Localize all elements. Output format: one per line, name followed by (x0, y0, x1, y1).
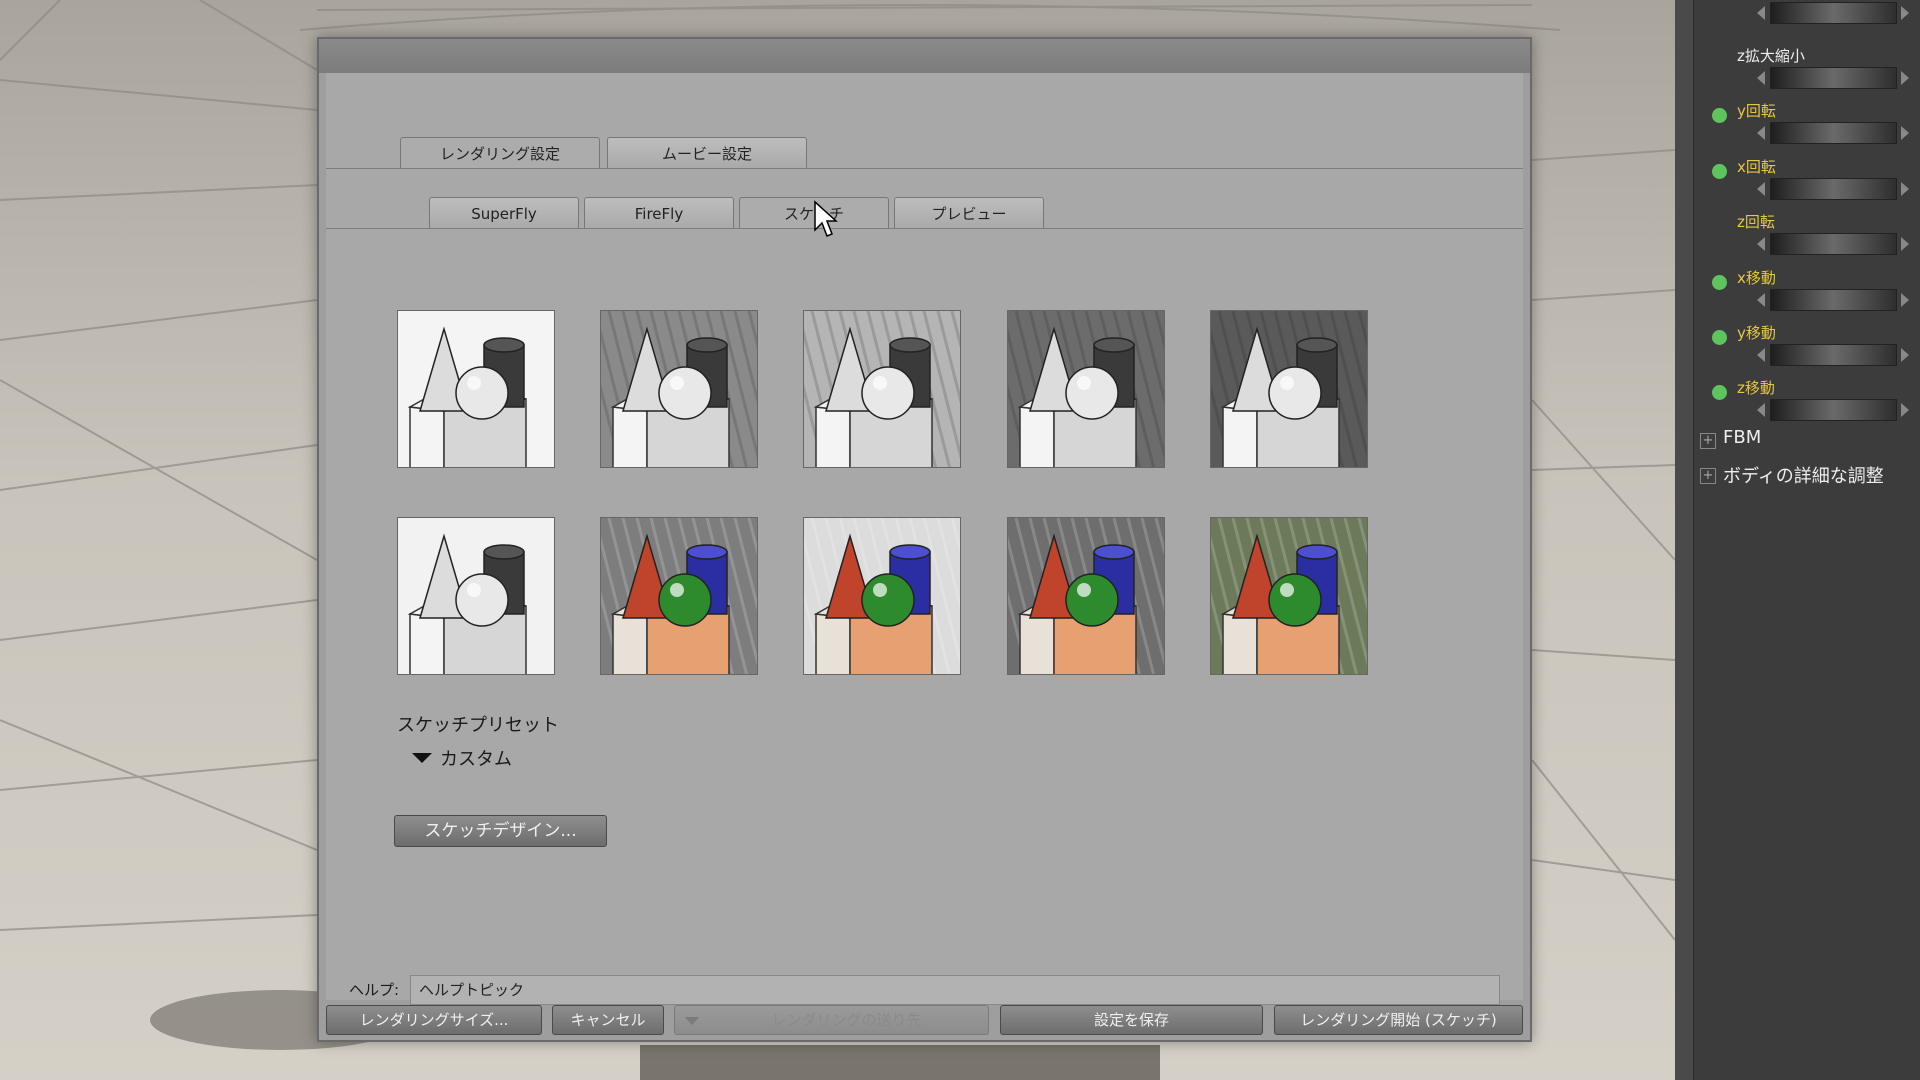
param-dial[interactable] (1770, 233, 1897, 255)
keyframe-dot-icon (1712, 164, 1727, 179)
tab-label: プレビュー (931, 205, 1007, 223)
sketch-preset-thumbnail[interactable] (397, 310, 555, 468)
help-label: ヘルプ: (349, 981, 400, 999)
tab-label: レンダリング設定 (439, 145, 560, 163)
decrease-arrow-icon[interactable] (1757, 237, 1765, 251)
param-dial[interactable] (1770, 122, 1897, 144)
triangle-down-icon (685, 1017, 699, 1025)
param-z-move[interactable]: z移動 (1700, 369, 1920, 424)
param-y-move[interactable]: y移動 (1700, 314, 1920, 369)
render-destination-dropdown[interactable]: レンダリングの送り先 (674, 1005, 989, 1035)
increase-arrow-icon[interactable] (1901, 403, 1909, 417)
panel-resize-handle[interactable] (1675, 0, 1694, 1080)
start-render-button[interactable]: レンダリング開始 (スケッチ) (1274, 1005, 1523, 1035)
group-label: FBM (1723, 427, 1762, 448)
param-dial[interactable] (1770, 2, 1897, 24)
expand-plus-icon[interactable]: + (1700, 468, 1716, 484)
sketch-design-button[interactable]: スケッチデザイン... (394, 815, 607, 847)
increase-arrow-icon[interactable] (1901, 293, 1909, 307)
tab-label: SuperFly (471, 205, 537, 223)
button-label: レンダリングの送り先 (771, 1011, 922, 1029)
sketch-preset-thumbnail[interactable] (803, 310, 961, 468)
save-settings-button[interactable]: 設定を保存 (1000, 1005, 1263, 1035)
dialog-titlebar[interactable] (319, 39, 1530, 73)
tab-divider (326, 228, 1523, 229)
help-topic-field: ヘルプトピック (410, 975, 1500, 1005)
button-label: レンダリング開始 (スケッチ) (1300, 1011, 1497, 1029)
param-dial[interactable] (1770, 344, 1897, 366)
tab-label: ムービー設定 (661, 145, 752, 163)
button-label: 設定を保存 (1093, 1011, 1169, 1029)
tab-render-settings[interactable]: レンダリング設定 (400, 137, 600, 169)
sketch-preset-thumbnail[interactable] (600, 310, 758, 468)
increase-arrow-icon[interactable] (1901, 126, 1909, 140)
tab-superfly[interactable]: SuperFly (429, 197, 579, 229)
button-label: スケッチデザイン... (424, 821, 577, 841)
sketch-preset-thumbnail[interactable] (1210, 310, 1368, 468)
triangle-down-icon (412, 753, 432, 763)
decrease-arrow-icon[interactable] (1757, 71, 1765, 85)
param-dial[interactable] (1770, 289, 1897, 311)
param-label: x移動 (1737, 269, 1776, 287)
cancel-button[interactable]: キャンセル (552, 1005, 664, 1035)
dialog-body: レンダリング設定 ムービー設定 SuperFly FireFly スケッチ プレ… (326, 73, 1523, 1005)
param-x-rotate[interactable]: x回転 (1700, 148, 1920, 203)
keyframe-dot-icon (1712, 108, 1727, 123)
keyframe-dot-icon (1712, 275, 1727, 290)
param-prev-dial[interactable] (1700, 0, 1920, 27)
param-label: y移動 (1737, 324, 1776, 342)
tab-firefly[interactable]: FireFly (584, 197, 734, 229)
preset-dropdown[interactable]: カスタム (412, 745, 612, 771)
sketch-preset-thumbnail[interactable] (803, 517, 961, 675)
group-label: ボディの詳細な調整 (1723, 466, 1884, 487)
group-body-detail[interactable]: + ボディの詳細な調整 (1700, 460, 1915, 490)
tab-preview[interactable]: プレビュー (894, 197, 1044, 229)
sketch-preset-thumbnail[interactable] (1007, 310, 1165, 468)
param-label: z回転 (1737, 213, 1775, 231)
button-label: キャンセル (570, 1011, 646, 1029)
render-settings-dialog: レンダリング設定 ムービー設定 SuperFly FireFly スケッチ プレ… (317, 37, 1532, 1042)
param-z-scale[interactable]: z拡大縮小 (1700, 37, 1920, 92)
param-label: z移動 (1737, 379, 1775, 397)
mouse-cursor-icon (814, 200, 838, 237)
param-dial[interactable] (1770, 178, 1897, 200)
increase-arrow-icon[interactable] (1901, 237, 1909, 251)
keyframe-dot-icon (1712, 330, 1727, 345)
decrease-arrow-icon[interactable] (1757, 403, 1765, 417)
sketch-preset-thumbnail[interactable] (1007, 517, 1165, 675)
help-topic-text: ヘルプトピック (419, 981, 525, 999)
sketch-preset-thumbnail[interactable] (1210, 517, 1368, 675)
param-dial[interactable] (1770, 67, 1897, 89)
keyframe-dot-icon (1712, 385, 1727, 400)
preset-value: カスタム (440, 749, 512, 770)
param-x-move[interactable]: x移動 (1700, 259, 1920, 314)
sketch-preset-thumbnail[interactable] (600, 517, 758, 675)
decrease-arrow-icon[interactable] (1757, 182, 1765, 196)
group-fbm[interactable]: + FBM (1700, 425, 1915, 455)
tab-movie-settings[interactable]: ムービー設定 (607, 137, 807, 169)
param-dial[interactable] (1770, 399, 1897, 421)
increase-arrow-icon[interactable] (1901, 71, 1909, 85)
render-size-button[interactable]: レンダリングサイズ... (326, 1005, 542, 1035)
increase-arrow-icon[interactable] (1901, 6, 1909, 20)
decrease-arrow-icon[interactable] (1757, 126, 1765, 140)
param-y-rotate[interactable]: y回転 (1700, 92, 1920, 147)
parameter-panel: z拡大縮小 y回転 x回転 z回転 x移動 y移動 z移動 + FBM + ボデ… (1675, 0, 1920, 1080)
decrease-arrow-icon[interactable] (1757, 348, 1765, 362)
expand-plus-icon[interactable]: + (1700, 433, 1716, 449)
increase-arrow-icon[interactable] (1901, 348, 1909, 362)
param-label: x回転 (1737, 158, 1776, 176)
param-label: y回転 (1737, 102, 1776, 120)
decrease-arrow-icon[interactable] (1757, 293, 1765, 307)
sketch-preset-label: スケッチプリセット (397, 715, 559, 736)
param-z-rotate[interactable]: z回転 (1700, 203, 1920, 258)
decrease-arrow-icon[interactable] (1757, 6, 1765, 20)
tab-label: FireFly (634, 205, 684, 223)
button-label: レンダリングサイズ... (359, 1011, 509, 1029)
tab-divider (326, 168, 1523, 169)
sketch-preset-thumbnail[interactable] (397, 517, 555, 675)
increase-arrow-icon[interactable] (1901, 182, 1909, 196)
param-label: z拡大縮小 (1737, 47, 1805, 65)
